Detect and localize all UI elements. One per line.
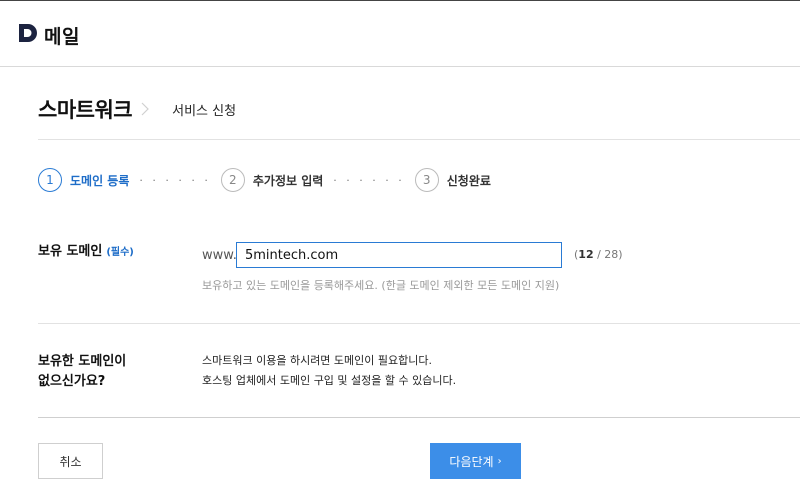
step-2: 2 추가정보 입력 — [220, 168, 324, 192]
domain-field-label: 보유 도메인 (필수) — [38, 240, 134, 259]
app-header: 메일 — [0, 1, 800, 67]
breadcrumb-sub-title: 서비스 신청 — [172, 103, 237, 119]
next-step-button[interactable]: 다음단계 › — [430, 443, 521, 479]
cancel-button[interactable]: 취소 — [38, 443, 103, 479]
info-line1: 스마트워크 이용을 하시려면 도메인이 필요합니다. — [202, 354, 433, 367]
char-counter: (12 / 28) — [574, 248, 623, 261]
step-number: 1 — [38, 168, 62, 192]
divider — [38, 139, 800, 140]
counter-max: / 28) — [593, 248, 623, 261]
step-label: 추가정보 입력 — [252, 173, 324, 188]
domain-help-text: 보유하고 있는 도메인을 등록해주세요. (한글 도메인 제외한 모든 도메인 … — [202, 279, 560, 292]
step-label: 도메인 등록 — [70, 173, 130, 188]
info-line2: 호스팅 업체에서 도메인 구입 및 설정을 할 수 있습니다. — [202, 374, 457, 387]
domain-input[interactable] — [236, 242, 562, 268]
d-logo-icon[interactable] — [18, 23, 38, 43]
step-separator: · · · · · · — [139, 173, 211, 187]
step-3: 3 신청완료 — [414, 168, 491, 192]
divider — [38, 323, 800, 324]
no-domain-label-line2: 없으신가요? — [38, 374, 106, 389]
footer-divider — [38, 417, 800, 418]
chevron-right-icon: › — [497, 455, 502, 467]
www-prefix: www. — [202, 248, 237, 263]
step-indicator: 1 도메인 등록 · · · · · · 2 추가정보 입력 · · · · ·… — [38, 167, 491, 193]
step-number: 3 — [414, 168, 439, 192]
breadcrumb: 스마트워크 서비스 신청 — [38, 92, 236, 126]
step-label: 신청완료 — [446, 173, 491, 188]
step-number: 2 — [220, 168, 245, 192]
no-domain-label-line1: 보유한 도메인이 — [38, 354, 127, 369]
required-tag: (필수) — [106, 247, 134, 258]
counter-current: 12 — [578, 248, 594, 261]
step-1: 1 도메인 등록 — [38, 168, 129, 192]
no-domain-info: 스마트워크 이용을 하시려면 도메인이 필요합니다. 호스팅 업체에서 도메인 … — [202, 351, 456, 391]
no-domain-label: 보유한 도메인이 없으신가요? — [38, 352, 126, 392]
next-step-label: 다음단계 — [449, 454, 494, 469]
step-separator: · · · · · · — [333, 173, 405, 187]
chevron-right-icon — [141, 102, 149, 116]
app-title[interactable]: 메일 — [44, 22, 80, 49]
page-title: 스마트워크 — [38, 98, 133, 122]
domain-label-text: 보유 도메인 — [38, 244, 103, 259]
